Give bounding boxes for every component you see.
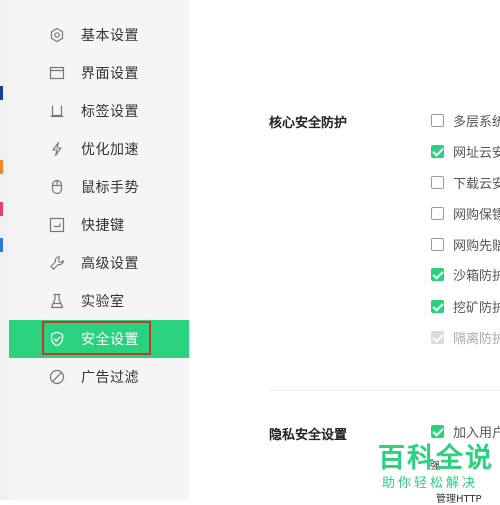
option-label: 网址云安 xyxy=(453,145,500,161)
checkbox[interactable] xyxy=(431,175,444,189)
option-label: 下载云安 xyxy=(453,176,500,192)
option-label: 隔离防护 xyxy=(453,331,500,347)
flask-icon xyxy=(50,293,64,309)
sidebar-item-label: 基本设置 xyxy=(81,28,139,44)
settings-sidebar: 基本设置 界面设置 标签设置 优化加速 鼠标手势 快捷键 高级设置 实验室 安全… xyxy=(9,0,189,500)
option-label: 挖矿防护 xyxy=(453,300,500,316)
sidebar-item-label: 界面设置 xyxy=(81,66,139,82)
option-isolation: 隔离防护 xyxy=(431,327,500,347)
wrench-icon xyxy=(50,256,64,270)
watermark-subtitle: 助你轻松解决 xyxy=(382,476,479,491)
core-security-title: 核心安全防护 xyxy=(269,116,348,131)
sidebar-item-lab[interactable]: 实验室 xyxy=(9,282,189,320)
sidebar-item-label: 安全设置 xyxy=(81,332,139,348)
sidebar-item-advanced[interactable]: 高级设置 xyxy=(9,244,189,282)
sidebar-item-label: 优化加速 xyxy=(81,142,139,158)
edge-mark xyxy=(0,238,3,252)
sidebar-item-label: 鼠标手势 xyxy=(81,180,139,196)
checkbox[interactable] xyxy=(431,267,444,281)
checkbox[interactable] xyxy=(431,206,444,220)
option-sandbox[interactable]: 沙箱防护 xyxy=(431,264,500,284)
option-multi-layer[interactable]: 多层系统 xyxy=(431,110,500,130)
option-shopping-compensation[interactable]: 网购先赔 xyxy=(431,234,500,254)
option-shopping-guard[interactable]: 网购保镖 xyxy=(431,203,500,223)
keyboard-shortcut-icon xyxy=(49,217,65,233)
watermark: 百科全说 助你轻松解决 xyxy=(368,436,500,500)
window-icon xyxy=(49,66,65,80)
privacy-security-title: 隐私安全设置 xyxy=(269,428,348,443)
no-ads-icon xyxy=(49,369,65,385)
sidebar-item-label: 标签设置 xyxy=(81,104,139,120)
sidebar-item-label: 快捷键 xyxy=(81,218,125,234)
edge-mark xyxy=(0,86,3,100)
option-url-cloud[interactable]: 网址云安 xyxy=(431,141,500,161)
option-mining[interactable]: 挖矿防护 xyxy=(431,296,500,316)
settings-content: 核心安全防护 多层系统 网址云安 下载云安 网购保镖 网购先赔 沙箱防护 挖矿防… xyxy=(189,0,500,500)
sidebar-item-tabs[interactable]: 标签设置 xyxy=(9,92,189,130)
adjacent-window-edge xyxy=(0,0,9,500)
sidebar-item-optimize[interactable]: 优化加速 xyxy=(9,130,189,168)
watermark-title: 百科全说 xyxy=(378,443,494,474)
edge-mark xyxy=(0,160,3,174)
option-label: 网购保镖 xyxy=(453,207,500,223)
checkbox[interactable] xyxy=(431,113,444,127)
checkbox xyxy=(431,330,444,344)
section-divider xyxy=(269,390,500,391)
sidebar-item-shortcuts[interactable]: 快捷键 xyxy=(9,206,189,244)
checkbox[interactable] xyxy=(431,299,444,313)
checkbox[interactable] xyxy=(431,237,444,251)
hexagon-settings-icon xyxy=(50,27,64,43)
sidebar-item-label: 高级设置 xyxy=(81,256,139,272)
sidebar-item-label: 广告过滤 xyxy=(81,370,139,386)
shield-icon xyxy=(50,331,64,347)
option-download-cloud[interactable]: 下载云安 xyxy=(431,172,500,192)
sidebar-item-interface[interactable]: 界面设置 xyxy=(9,54,189,92)
tab-icon xyxy=(50,105,64,118)
sidebar-item-ad-filter[interactable]: 广告过滤 xyxy=(9,358,189,396)
option-label: 多层系统 xyxy=(453,114,500,130)
edge-mark xyxy=(0,202,3,216)
checkbox[interactable] xyxy=(431,144,444,158)
sidebar-item-label: 实验室 xyxy=(81,294,125,310)
sidebar-item-security[interactable]: 安全设置 xyxy=(9,320,189,358)
lightning-icon xyxy=(52,141,62,157)
option-label: 沙箱防护 xyxy=(453,268,500,284)
option-label: 网购先赔 xyxy=(453,238,500,254)
sidebar-item-mouse-gesture[interactable]: 鼠标手势 xyxy=(9,168,189,206)
sidebar-item-basic[interactable]: 基本设置 xyxy=(9,16,189,54)
mouse-icon xyxy=(51,179,63,195)
